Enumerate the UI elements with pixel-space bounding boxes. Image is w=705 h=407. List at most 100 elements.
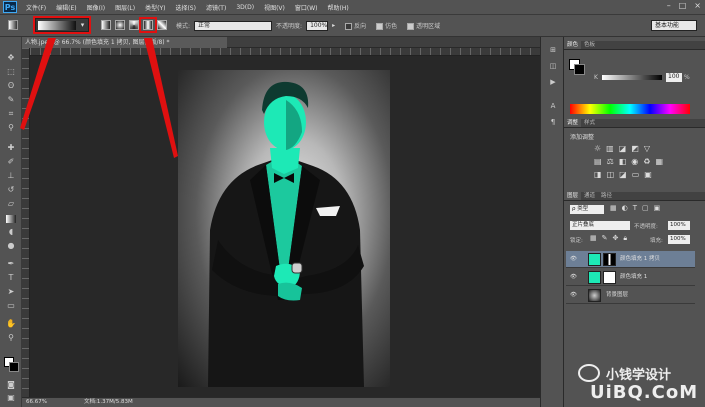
selective-color-icon[interactable]: ▣ bbox=[644, 170, 652, 179]
close-icon[interactable]: × bbox=[694, 1, 701, 10]
lock-all-icon[interactable]: 🔒︎ bbox=[623, 234, 627, 243]
menu-edit[interactable]: 编辑(E) bbox=[56, 3, 76, 12]
k-input[interactable]: 100 bbox=[666, 73, 682, 82]
properties-panel-icon[interactable]: ◫ bbox=[547, 61, 559, 72]
filter-adjust-icon[interactable]: ◐ bbox=[622, 204, 628, 212]
workspace-select[interactable]: 基本功能 bbox=[651, 20, 697, 31]
layer-opacity-input[interactable]: 100% bbox=[668, 221, 690, 230]
document-canvas-photo[interactable] bbox=[178, 70, 390, 387]
eye-icon[interactable]: 👁︎ bbox=[570, 269, 577, 286]
filter-type-icon[interactable]: T bbox=[633, 204, 637, 212]
mode-select[interactable]: 正常 bbox=[194, 20, 273, 31]
tab-swatches[interactable]: 色板 bbox=[581, 41, 598, 49]
actions-panel-icon[interactable]: ▶ bbox=[547, 77, 559, 88]
curves-icon[interactable]: ◪ bbox=[619, 144, 627, 153]
dodge-icon[interactable]: ● bbox=[6, 241, 16, 251]
maximize-icon[interactable]: □ bbox=[679, 1, 687, 10]
reverse-checkbox[interactable] bbox=[345, 23, 353, 30]
path-select-icon[interactable]: ➤ bbox=[6, 287, 16, 297]
layer-row-fill-copy[interactable]: 👁︎ 颜色填充 1 拷贝 bbox=[566, 251, 695, 268]
lock-transparent-icon[interactable]: ▦ bbox=[590, 234, 597, 243]
filter-shape-icon[interactable]: ▢ bbox=[642, 204, 649, 212]
background-color-swatch[interactable] bbox=[9, 362, 19, 372]
filter-smart-icon[interactable]: ▣ bbox=[654, 204, 661, 212]
quick-select-icon[interactable]: ✎ bbox=[6, 95, 16, 105]
fill-input[interactable]: 100% bbox=[668, 235, 690, 244]
posterize-icon[interactable]: ◫ bbox=[607, 170, 615, 179]
eyedropper-icon[interactable]: ⚲ bbox=[6, 123, 16, 133]
tab-channels[interactable]: 通道 bbox=[581, 192, 598, 200]
minimize-icon[interactable]: – bbox=[667, 1, 671, 10]
stamp-icon[interactable]: ⊥ bbox=[6, 171, 16, 181]
menu-select[interactable]: 选择(S) bbox=[175, 3, 196, 12]
menu-3d[interactable]: 3D(D) bbox=[236, 4, 254, 11]
k-slider[interactable] bbox=[602, 75, 662, 80]
type-icon[interactable]: T bbox=[6, 273, 16, 283]
crop-icon[interactable]: ⌗ bbox=[6, 109, 16, 119]
shape-icon[interactable]: ▭ bbox=[6, 301, 16, 311]
radial-gradient-button[interactable] bbox=[115, 20, 125, 30]
hue-saturation-icon[interactable]: ▤ bbox=[594, 157, 602, 166]
tool-preset-icon[interactable] bbox=[8, 20, 18, 30]
quick-mask-icon[interactable]: ◙ bbox=[6, 380, 16, 390]
hand-icon[interactable]: ✋ bbox=[6, 319, 16, 329]
transparency-option[interactable]: 透明区域 bbox=[407, 21, 440, 30]
menu-layer[interactable]: 图层(L) bbox=[115, 3, 135, 12]
history-panel-icon[interactable]: ⊞ bbox=[547, 45, 559, 56]
brightness-icon[interactable]: ☼ bbox=[594, 144, 601, 153]
blur-icon[interactable]: ◖ bbox=[6, 227, 16, 237]
angle-gradient-button[interactable] bbox=[129, 20, 139, 30]
history-brush-icon[interactable]: ↺ bbox=[6, 185, 16, 195]
levels-icon[interactable]: ▥ bbox=[606, 144, 614, 153]
screen-mode-icon[interactable]: ▣ bbox=[6, 393, 16, 403]
dither-checkbox[interactable] bbox=[376, 23, 384, 30]
dither-option[interactable]: 仿色 bbox=[376, 21, 397, 30]
eye-icon[interactable]: 👁︎ bbox=[570, 287, 577, 304]
pen-icon[interactable]: ✒ bbox=[6, 259, 16, 269]
gradient-icon[interactable] bbox=[6, 215, 16, 223]
zoom-icon[interactable]: ⚲ bbox=[6, 333, 16, 343]
eye-icon[interactable]: 👁︎ bbox=[570, 251, 577, 268]
gradient-map-icon[interactable]: ▭ bbox=[632, 170, 640, 179]
para-panel-icon[interactable]: ¶ bbox=[547, 117, 559, 128]
tab-styles[interactable]: 样式 bbox=[581, 119, 598, 127]
color-spectrum[interactable] bbox=[570, 104, 690, 114]
layer-row-fill[interactable]: 👁︎ 颜色填充 1 bbox=[566, 269, 695, 286]
healing-icon[interactable]: ✚ bbox=[6, 143, 16, 153]
color-lookup-icon[interactable]: ▦ bbox=[655, 157, 663, 166]
layer-filter-select[interactable]: ρ 类型 bbox=[570, 205, 604, 214]
zoom-level[interactable]: 66.67% bbox=[26, 398, 47, 407]
move-icon[interactable]: ✥ bbox=[6, 53, 16, 63]
eraser-icon[interactable]: ▱ bbox=[6, 199, 16, 209]
char-panel-icon[interactable]: A bbox=[547, 101, 559, 112]
photo-filter-icon[interactable]: ◉ bbox=[631, 157, 638, 166]
lock-position-icon[interactable]: ✥ bbox=[613, 234, 619, 243]
menu-type[interactable]: 类型(Y) bbox=[145, 3, 165, 12]
reverse-option[interactable]: 反向 bbox=[345, 21, 366, 30]
color-balance-icon[interactable]: ⚖ bbox=[607, 157, 614, 166]
menu-filter[interactable]: 滤镜(T) bbox=[206, 3, 226, 12]
threshold-icon[interactable]: ◪ bbox=[619, 170, 627, 179]
menu-image[interactable]: 图像(I) bbox=[87, 3, 105, 12]
tab-layers[interactable]: 图层 bbox=[564, 192, 582, 200]
channel-mixer-icon[interactable]: ♻ bbox=[643, 157, 650, 166]
marquee-icon[interactable]: ⬚ bbox=[6, 67, 16, 77]
tab-paths[interactable]: 路径 bbox=[598, 192, 615, 200]
linear-gradient-button[interactable] bbox=[101, 20, 111, 30]
layer-mask-thumb[interactable] bbox=[603, 253, 616, 266]
blend-mode-select[interactable]: 正片叠底 bbox=[570, 221, 630, 230]
tab-document[interactable]: 人物.jpeg @ 66.7% (颜色填充 1 拷贝, 图层蒙版/8) * bbox=[22, 37, 227, 48]
black-white-icon[interactable]: ◧ bbox=[619, 157, 627, 166]
bg-color-chip[interactable] bbox=[574, 64, 585, 75]
tab-color[interactable]: 颜色 bbox=[564, 41, 582, 49]
vibrance-icon[interactable]: ▽ bbox=[644, 144, 650, 153]
layer-row-background[interactable]: 👁︎ 背景图层 bbox=[566, 287, 695, 304]
layer-mask-thumb[interactable] bbox=[603, 271, 616, 284]
menu-help[interactable]: 帮助(H) bbox=[328, 3, 349, 12]
menu-window[interactable]: 窗口(W) bbox=[295, 3, 318, 12]
tab-adjustments[interactable]: 调整 bbox=[564, 119, 582, 127]
filter-pixel-icon[interactable]: ▦ bbox=[610, 204, 617, 212]
opacity-dropdown-icon[interactable]: ▸ bbox=[332, 22, 335, 29]
opacity-input[interactable]: 100% bbox=[306, 20, 329, 31]
diamond-gradient-button[interactable] bbox=[157, 20, 167, 30]
